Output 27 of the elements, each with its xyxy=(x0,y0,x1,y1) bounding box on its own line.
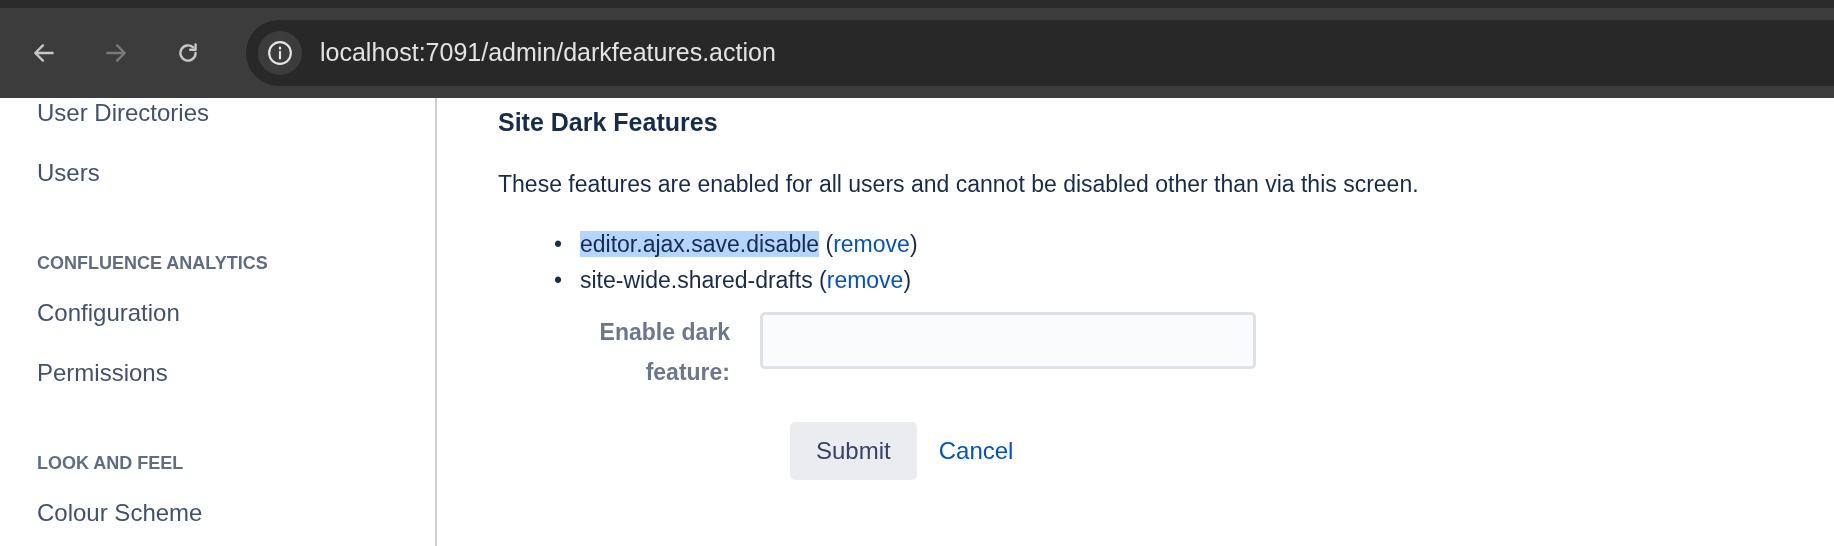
sidebar-link[interactable]: Users xyxy=(37,143,100,203)
bullet: • xyxy=(554,230,564,259)
sidebar-link[interactable]: Colour Scheme xyxy=(37,483,203,543)
parenthesis: ) xyxy=(909,231,918,257)
sidebar-link[interactable]: Permissions xyxy=(37,343,168,403)
section-heading: LOOK AND FEEL xyxy=(37,452,184,475)
parenthesis: ( xyxy=(819,267,827,293)
remove-link[interactable]: remove xyxy=(826,267,904,293)
description-text: These features are enabled for all users and cannot be disabled other than via this screen. xyxy=(498,170,1419,199)
feature-name: editor.ajax.save.disable xyxy=(580,231,820,257)
bullet: • xyxy=(554,266,564,295)
cancel-link[interactable]: Cancel xyxy=(938,433,1014,469)
sidebar-link[interactable]: User Directories xyxy=(37,98,210,143)
remove-link[interactable]: remove xyxy=(833,231,910,257)
section-title: Site Dark Features xyxy=(498,107,719,137)
address-bar[interactable]: localhost:7091/admin/darkfeatures.action xyxy=(246,20,1834,86)
feature-name: site-wide.shared-drafts xyxy=(580,267,813,293)
parenthesis: ) xyxy=(903,267,912,293)
parenthesis: ( xyxy=(825,231,834,257)
field-label: Enable dark feature: xyxy=(598,318,730,387)
input-field[interactable] xyxy=(760,312,1256,369)
site-info-button[interactable] xyxy=(258,31,302,75)
submit-button[interactable]: Submit xyxy=(790,422,917,480)
info-icon xyxy=(267,40,293,66)
section-heading: CONFLUENCE ANALYTICS xyxy=(37,252,268,275)
sidebar-link[interactable]: Configuration xyxy=(37,283,180,343)
url-text: localhost:7091/admin/darkfeatures.action xyxy=(320,37,776,69)
